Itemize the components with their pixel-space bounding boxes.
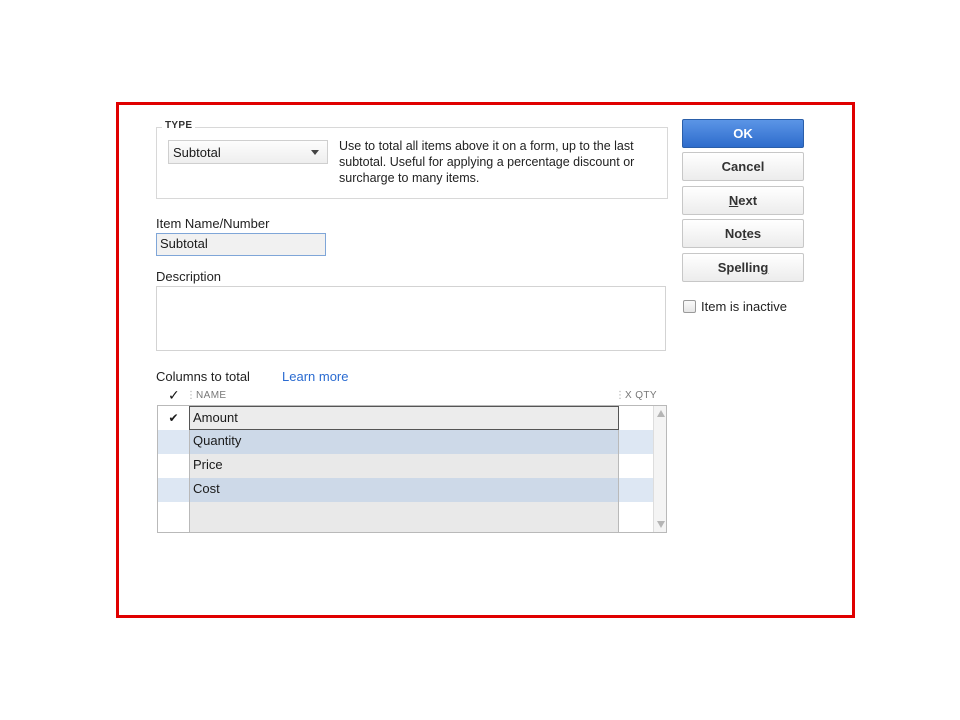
row-qty[interactable] [619, 478, 653, 502]
scroll-up-icon[interactable] [657, 410, 665, 417]
columns-to-total-label: Columns to total [156, 369, 250, 384]
spelling-label-pre: Spellin [717, 260, 761, 275]
type-dropdown-value: Subtotal [173, 144, 221, 160]
description-label: Description [156, 269, 222, 284]
type-dropdown[interactable]: Subtotal [168, 140, 328, 164]
columns-table: ✔ Amount Quantity Price Cost [157, 405, 667, 533]
scroll-down-icon[interactable] [657, 521, 665, 528]
chevron-down-icon [311, 150, 319, 155]
row-check-icon[interactable] [158, 478, 189, 502]
cancel-button[interactable]: Cancel [682, 152, 804, 181]
type-description: Use to total all items above it on a for… [339, 139, 635, 185]
header-check-icon[interactable]: ✓ [168, 387, 180, 404]
column-header-name[interactable]: NAME [196, 390, 227, 401]
item-name-label: Item Name/Number [156, 216, 270, 231]
column-header-qty[interactable]: X QTY [625, 390, 657, 401]
table-row[interactable]: Price [158, 454, 653, 478]
ok-button[interactable]: OK [682, 119, 804, 148]
notes-button[interactable]: Notes [682, 219, 804, 248]
table-row[interactable]: Quantity [158, 430, 653, 454]
row-qty[interactable] [619, 406, 653, 430]
type-legend: TYPE [162, 120, 196, 131]
row-check-icon[interactable] [158, 454, 189, 478]
spelling-button[interactable]: Spelling [682, 253, 804, 282]
row-qty[interactable] [619, 430, 653, 454]
notes-label-pre: No [724, 226, 743, 241]
next-button[interactable]: Next [682, 186, 804, 215]
item-inactive-label[interactable]: Item is inactive [701, 299, 787, 314]
learn-more-link[interactable]: Learn more [282, 369, 348, 384]
row-name [189, 502, 619, 532]
row-check-icon[interactable]: ✔ [158, 406, 189, 430]
next-label-post: ext [738, 193, 758, 208]
row-name: Amount [189, 406, 619, 430]
column-divider: ⋮ [186, 390, 197, 401]
row-qty[interactable] [619, 502, 653, 532]
next-label-mnemonic: N [728, 193, 739, 208]
description-textarea[interactable] [156, 286, 666, 351]
row-name: Quantity [189, 430, 619, 454]
item-inactive-checkbox[interactable] [683, 300, 696, 313]
table-row[interactable]: Cost [158, 478, 653, 502]
row-qty[interactable] [619, 454, 653, 478]
table-row[interactable] [158, 502, 653, 532]
row-check-icon[interactable] [158, 430, 189, 454]
item-name-input[interactable]: Subtotal [156, 233, 326, 256]
spelling-label-mnemonic: g [760, 260, 769, 275]
row-name: Price [189, 454, 619, 478]
vertical-scrollbar[interactable] [653, 406, 666, 532]
table-row[interactable]: ✔ Amount [158, 406, 653, 430]
column-divider: ⋮ [615, 390, 626, 401]
notes-label-post: es [746, 226, 762, 241]
row-name: Cost [189, 478, 619, 502]
row-check-icon[interactable] [158, 502, 189, 532]
